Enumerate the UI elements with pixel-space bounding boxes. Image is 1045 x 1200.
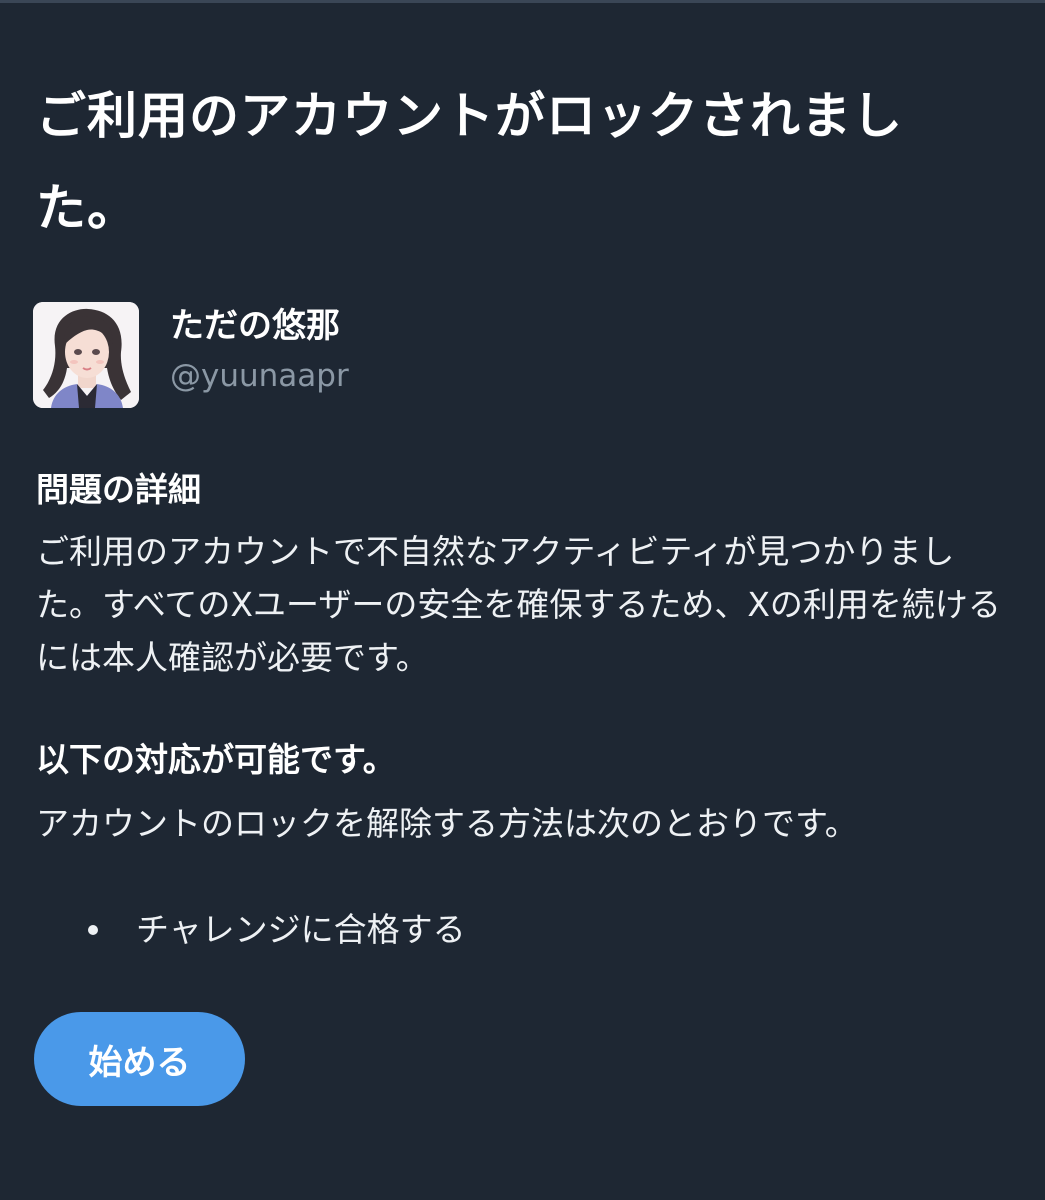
options-heading: 以下の対応が可能です。 (36, 740, 396, 779)
unlock-options-list: チャレンジに合格する (88, 902, 466, 958)
details-heading: 問題の詳細 (36, 470, 201, 509)
top-divider (0, 0, 1045, 3)
account-profile: ただの悠那 @yuunaapr (33, 302, 349, 412)
options-body: アカウントのロックを解除する方法は次のとおりです。 (36, 804, 858, 843)
bullet-icon (88, 925, 98, 935)
user-handle: @yuunaapr (170, 358, 349, 394)
details-body: ご利用のアカウントで不自然なアクティビティが見つかりました。すべてのXユーザーの… (36, 532, 1001, 677)
avatar-illustration (33, 302, 139, 408)
avatar (33, 302, 139, 408)
list-item: チャレンジに合格する (88, 902, 466, 958)
start-button[interactable]: 始める (34, 1012, 245, 1106)
display-name: ただの悠那 (170, 306, 340, 346)
option-label: チャレンジに合格する (136, 910, 466, 949)
page-title: ご利用のアカウントがロックされました。 (36, 87, 903, 237)
profile-text: ただの悠那 @yuunaapr (170, 304, 349, 398)
